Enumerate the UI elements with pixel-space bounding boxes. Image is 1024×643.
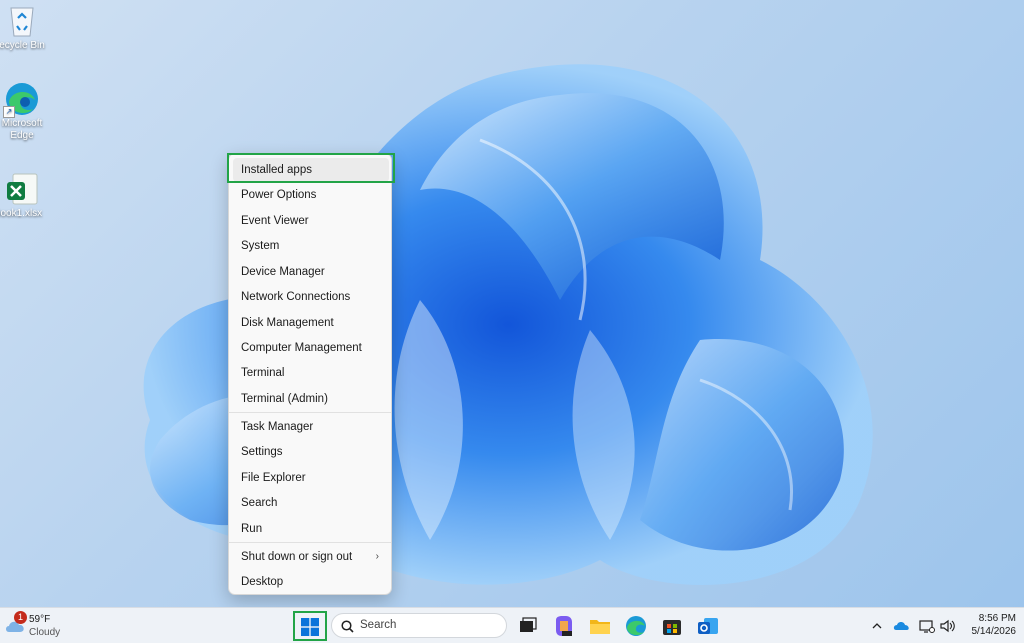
search-icon (341, 620, 354, 633)
menu-item-label: Shut down or sign out (241, 551, 353, 563)
menu-item-system[interactable]: System (233, 234, 389, 258)
menu-item-power-options[interactable]: Power Options (233, 183, 389, 207)
outlook-icon[interactable] (696, 614, 720, 638)
task-view-icon[interactable] (516, 614, 540, 638)
excel-file-icon (5, 172, 39, 206)
menu-separator (229, 412, 391, 413)
weather-condition: Cloudy (29, 627, 61, 638)
desktop-icon-label: Recycle Bin (0, 40, 45, 51)
menu-item-task-manager[interactable]: Task Manager (233, 415, 389, 439)
windows-logo-icon (301, 618, 319, 636)
menu-item-run[interactable]: Run (233, 517, 389, 541)
chevron-right-icon: › (375, 551, 379, 562)
menu-item-shutdown[interactable]: Shut down or sign out › (233, 545, 389, 569)
copilot-icon[interactable] (552, 614, 576, 638)
network-icon[interactable] (918, 617, 936, 635)
menu-separator (229, 542, 391, 543)
notification-badge: 1 (14, 611, 27, 624)
chevron-up-icon[interactable] (868, 617, 886, 635)
menu-item-device-manager[interactable]: Device Manager (233, 260, 389, 284)
edge-icon: ↗ (3, 82, 39, 118)
menu-item-desktop[interactable]: Desktop (233, 570, 389, 594)
onedrive-icon[interactable] (893, 617, 911, 635)
taskbar-search[interactable]: Search (331, 613, 507, 638)
file-explorer-icon[interactable] (588, 614, 612, 638)
desktop-icon-edge[interactable]: ↗ Microsoft Edge (0, 82, 44, 142)
menu-item-settings[interactable]: Settings (233, 440, 389, 464)
menu-item-file-explorer[interactable]: File Explorer (233, 466, 389, 490)
store-icon[interactable] (660, 614, 684, 638)
edge-icon[interactable] (624, 614, 648, 638)
menu-item-search[interactable]: Search (233, 491, 389, 515)
quick-link-menu: Installed apps Power Options Event Viewe… (228, 153, 392, 595)
search-placeholder: Search (360, 619, 397, 631)
menu-item-terminal[interactable]: Terminal (233, 361, 389, 385)
menu-item-computer-management[interactable]: Computer Management (233, 336, 389, 360)
desktop-icon-label: Book1.xlsx (0, 208, 43, 219)
weather-widget[interactable]: 1 59°F Cloudy (4, 611, 74, 640)
desktop-icon-label: Microsoft Edge (1, 118, 43, 141)
menu-item-network-connections[interactable]: Network Connections (233, 285, 389, 309)
clock[interactable]: 8:56 PM 5/14/2026 (960, 612, 1017, 638)
desktop-wallpaper (0, 0, 1024, 607)
menu-item-terminal-admin[interactable]: Terminal (Admin) (233, 387, 389, 411)
clock-date: 5/14/2026 (971, 626, 1017, 637)
menu-item-disk-management[interactable]: Disk Management (233, 311, 389, 335)
desktop-icon-book1[interactable]: Book1.xlsx (0, 172, 44, 220)
clock-time: 8:56 PM (978, 613, 1016, 624)
start-button[interactable] (293, 611, 327, 641)
menu-item-event-viewer[interactable]: Event Viewer (233, 209, 389, 233)
weather-temp: 59°F (29, 614, 51, 625)
volume-icon[interactable] (938, 617, 956, 635)
recycle-bin-icon (5, 4, 39, 38)
taskbar: 1 59°F Cloudy Search 8:56 PM 5/14/2026 (0, 607, 1024, 643)
desktop-icon-recycle-bin[interactable]: Recycle Bin (0, 4, 45, 52)
menu-item-installed-apps[interactable]: Installed apps (233, 158, 389, 182)
